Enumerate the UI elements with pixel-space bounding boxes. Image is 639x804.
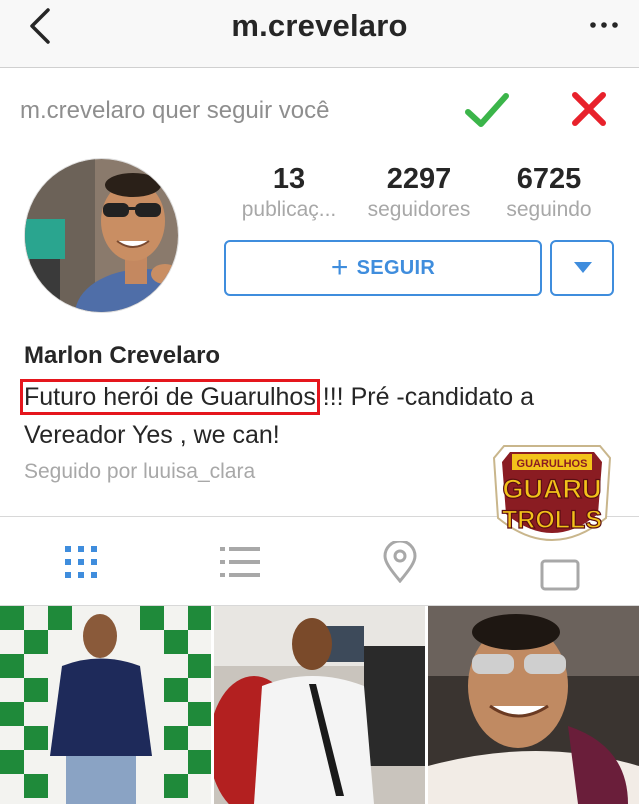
stat-following[interactable]: 6725 seguindo [494, 162, 604, 224]
checkmark-icon[interactable] [464, 90, 510, 130]
top-navigation-bar: m.crevelaro [0, 0, 639, 68]
post-image-3 [428, 606, 639, 804]
following-label: seguindo [506, 198, 592, 221]
followed-by-text[interactable]: Seguido por luuisa_clara [24, 460, 255, 484]
stat-posts[interactable]: 13 publicaç... [228, 162, 350, 224]
bio-highlighted-text: Futuro herói de Guarulhos [20, 379, 320, 415]
plus-icon: + [330, 251, 349, 284]
bio-text-line2: Vereador Yes , we can! [24, 421, 280, 449]
follow-request-banner: m.crevelaro quer seguir você [0, 69, 639, 151]
following-count: 6725 [516, 163, 582, 195]
post-thumbnail[interactable] [214, 606, 425, 804]
suggestions-dropdown-button[interactable] [550, 240, 614, 296]
guarutrolls-logo-watermark: GUARULHOS GUARU TROLLS [492, 445, 612, 541]
logo-text-middle: GUARU [503, 474, 602, 504]
close-icon[interactable] [570, 90, 608, 128]
triangle-down-icon [574, 262, 592, 273]
logo-text-top: GUARULHOS [517, 458, 588, 470]
post-thumbnail[interactable] [428, 606, 639, 804]
post-image-1 [0, 606, 211, 804]
more-dots-icon[interactable] [589, 18, 619, 32]
avatar[interactable] [24, 158, 179, 313]
posts-count: 13 [272, 163, 306, 195]
grid-icon[interactable] [64, 545, 98, 579]
profile-full-name: Marlon Crevelaro [24, 342, 221, 369]
stat-followers[interactable]: 2297 seguidores [356, 162, 482, 224]
avatar-photo [25, 159, 178, 312]
followers-count: 2297 [386, 163, 452, 195]
posts-label: publicaç... [241, 198, 337, 221]
followers-label: seguidores [367, 198, 471, 221]
follow-button-label: SEGUIR [356, 256, 436, 279]
post-thumbnail[interactable] [0, 606, 211, 804]
follow-request-text: m.crevelaro quer seguir você [20, 97, 330, 124]
bio-text-line1-rest: !!! Pré -candidato a [315, 383, 535, 411]
follow-button[interactable]: + SEGUIR [224, 240, 542, 296]
post-image-2 [214, 606, 425, 804]
profile-username-title: m.crevelaro [231, 8, 408, 43]
list-icon[interactable] [220, 545, 260, 579]
logo-text-bottom: TROLLS [502, 506, 602, 534]
location-pin-icon[interactable] [382, 541, 418, 583]
tagged-icon[interactable] [540, 557, 580, 593]
